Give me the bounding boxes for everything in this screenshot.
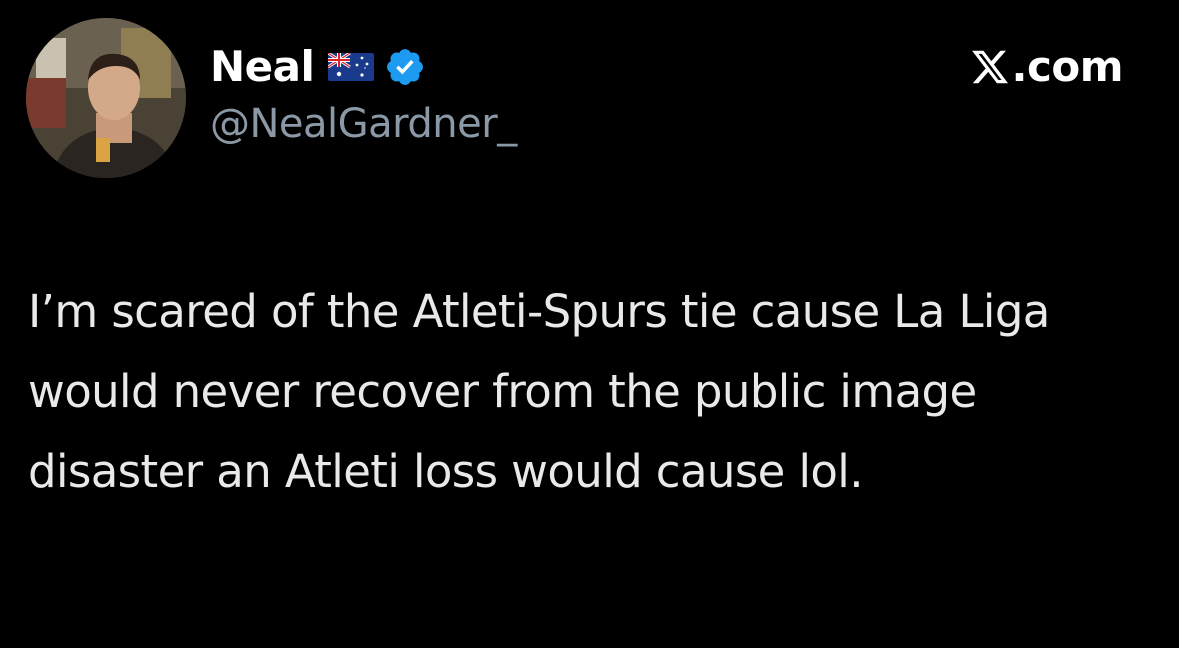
user-handle[interactable]: @NealGardner_ — [210, 96, 517, 152]
australia-flag-icon — [327, 51, 375, 81]
verified-badge-icon[interactable] — [384, 46, 426, 88]
display-name[interactable]: Neal — [210, 38, 315, 96]
tweet-header: Neal @NealGardner_ — [210, 38, 517, 152]
tweet-card: Neal @NealGardner_ .com I’m scared of th… — [0, 0, 1179, 648]
name-row: Neal — [210, 38, 517, 96]
avatar[interactable] — [26, 18, 186, 178]
brand-watermark: .com — [970, 38, 1124, 96]
brand-text: .com — [1011, 42, 1124, 91]
tweet-text: I’m scared of the Atleti-Spurs tie cause… — [28, 285, 1050, 498]
avatar-photo — [26, 18, 186, 178]
x-logo-icon — [970, 47, 1010, 87]
